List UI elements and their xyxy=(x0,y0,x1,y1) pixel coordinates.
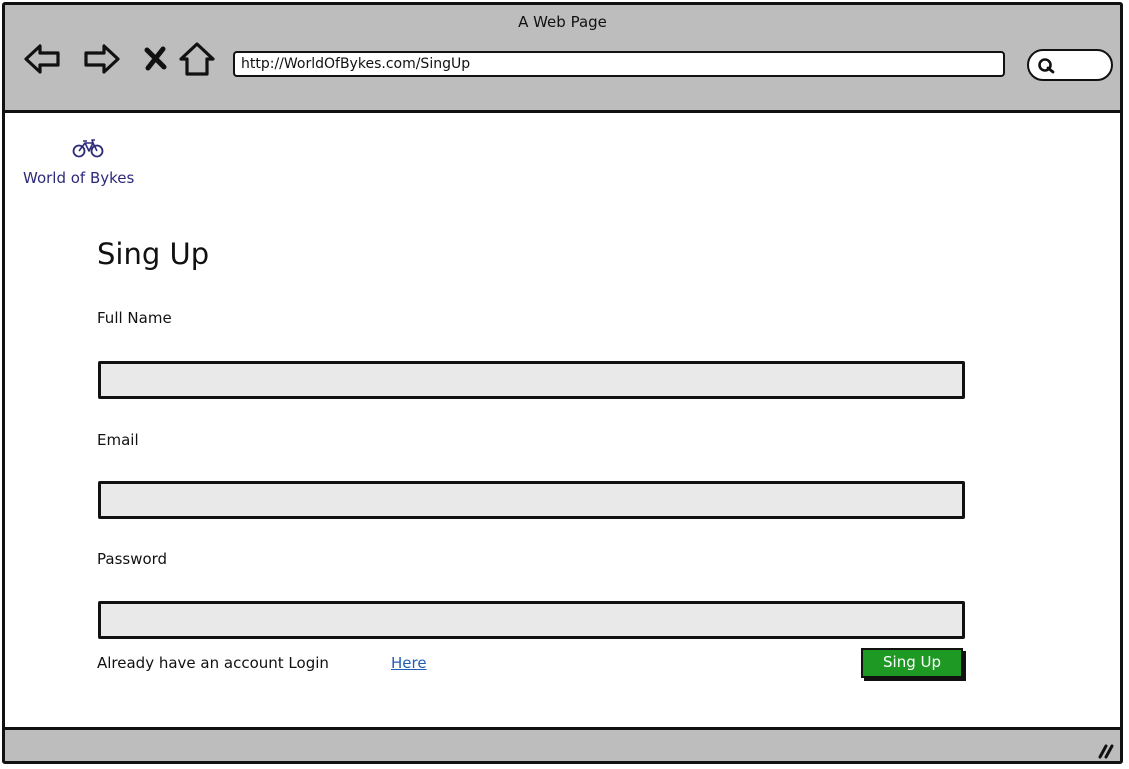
browser-window: A Web Page http://WorldOfBykes.com/SingU… xyxy=(2,2,1123,764)
resize-grip-icon[interactable] xyxy=(1092,737,1114,759)
search-icon xyxy=(1038,58,1055,74)
email-label: Email xyxy=(97,431,139,449)
login-prompt: Already have an account Login xyxy=(97,654,329,672)
bicycle-icon xyxy=(72,139,104,158)
login-link[interactable]: Here xyxy=(391,654,427,672)
page-title: Sing Up xyxy=(97,237,210,271)
email-field[interactable] xyxy=(98,481,965,519)
full-name-field[interactable] xyxy=(98,361,965,399)
window-title: A Web Page xyxy=(518,13,607,31)
password-field[interactable] xyxy=(98,601,965,639)
sign-up-button[interactable]: Sing Up xyxy=(861,648,963,678)
page-content: World of Bykes Sing Up Full Name Email P… xyxy=(5,113,1120,733)
status-bar xyxy=(5,727,1120,761)
address-bar[interactable]: http://WorldOfBykes.com/SingUp xyxy=(233,51,1005,77)
brand-name: World of Bykes xyxy=(23,169,135,187)
full-name-label: Full Name xyxy=(97,309,172,327)
close-icon[interactable] xyxy=(137,39,177,79)
browser-toolbar: A Web Page http://WorldOfBykes.com/SingU… xyxy=(5,5,1120,113)
password-label: Password xyxy=(97,550,168,568)
forward-arrow-icon[interactable] xyxy=(81,39,121,79)
back-arrow-icon[interactable] xyxy=(23,39,63,79)
search-box[interactable] xyxy=(1027,49,1113,81)
home-icon[interactable] xyxy=(177,39,217,79)
